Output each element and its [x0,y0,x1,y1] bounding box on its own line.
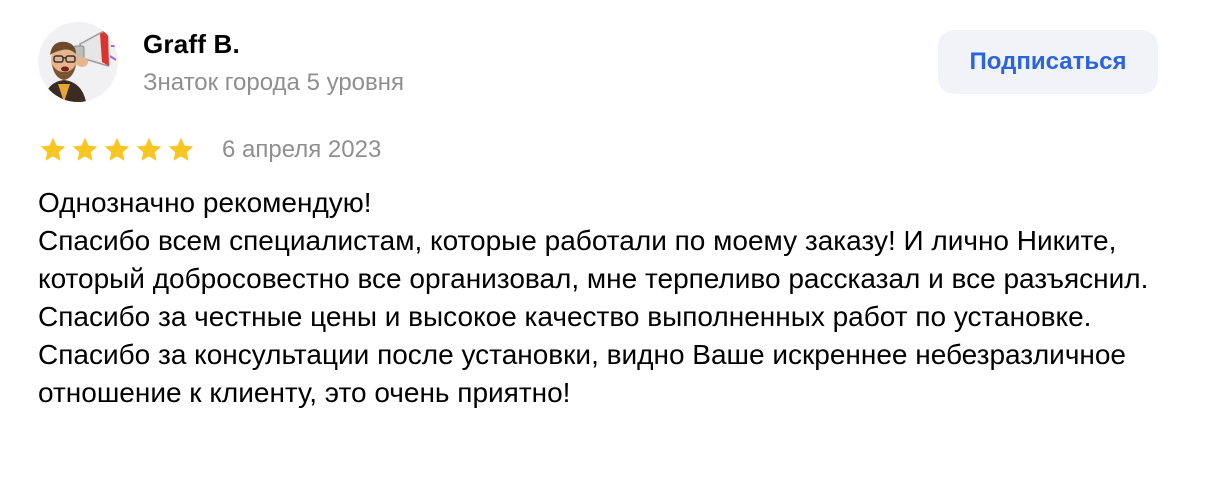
star-icon [72,137,98,161]
star-icon [168,137,194,161]
star-icon [104,137,130,161]
star-icon [136,137,162,161]
star-icon [40,137,66,161]
star-rating [38,134,196,166]
review-paragraph: Однозначно рекомендую! [38,187,372,218]
avatar-megaphone-man-icon [44,28,117,102]
author-name[interactable]: Graff B. [143,28,240,60]
review-text: Однозначно рекомендую! Спасибо всем спец… [38,184,1178,412]
author-avatar[interactable] [38,22,118,102]
review-date: 6 апреля 2023 [222,136,382,163]
review-card: Graff B. Знаток города 5 уровня Подписат… [0,0,1222,480]
subscribe-button[interactable]: Подписаться [938,30,1158,94]
review-paragraph: Спасибо всем специалистам, которые работ… [38,225,1149,408]
author-level: Знаток города 5 уровня [143,69,405,96]
